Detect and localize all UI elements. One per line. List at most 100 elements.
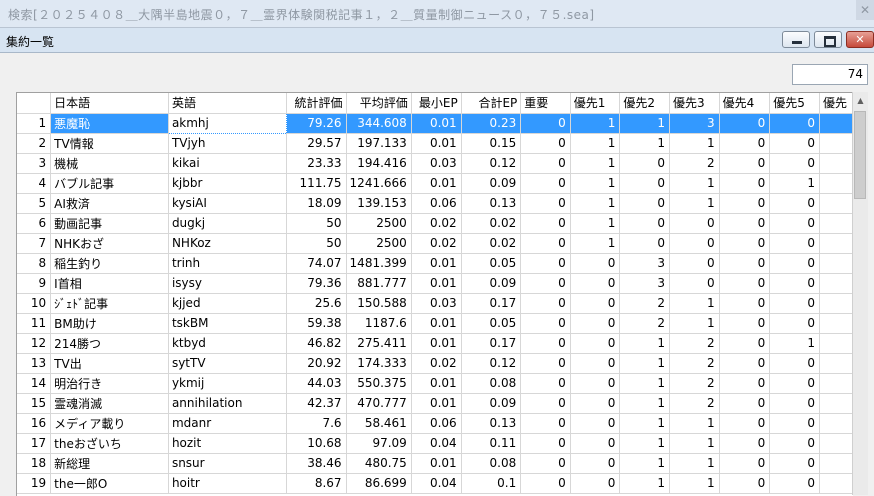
table-cell[interactable]: 1 xyxy=(570,213,621,234)
table-cell[interactable]: 0.06 xyxy=(411,193,462,214)
table-cell[interactable]: 0.03 xyxy=(411,293,462,314)
table-cell[interactable]: 0 xyxy=(520,453,571,474)
table-cell[interactable]: 1 xyxy=(669,293,720,314)
table-cell[interactable]: 0 xyxy=(570,413,621,434)
table-cell[interactable]: 0 xyxy=(520,173,571,194)
table-cell[interactable]: 0 xyxy=(769,193,820,214)
cell-japanese[interactable]: 動画記事 xyxy=(50,213,169,234)
cell-japanese[interactable]: TV出 xyxy=(50,353,169,374)
row-number[interactable]: 9 xyxy=(17,273,52,294)
column-header[interactable]: 重要 xyxy=(520,93,571,114)
column-header[interactable]: 優先1 xyxy=(570,93,621,114)
table-cell[interactable]: 29.57 xyxy=(286,133,347,154)
cell-english[interactable]: tskBM xyxy=(168,313,287,334)
table-cell[interactable]: 3 xyxy=(619,273,671,294)
table-row[interactable]: 3 機械 kikai 23.33 194.416 0.03 0.12 0 1 0 2 0 0 xyxy=(17,153,853,174)
column-header[interactable]: 合計EP xyxy=(461,93,522,114)
table-cell[interactable]: 0 xyxy=(520,113,571,134)
table-cell[interactable]: 0 xyxy=(520,253,571,274)
table-cell[interactable]: 0 xyxy=(619,173,671,194)
table-cell[interactable]: 1 xyxy=(619,113,671,134)
cell-japanese[interactable]: バブル記事 xyxy=(50,173,169,194)
table-cell[interactable] xyxy=(819,393,853,414)
table-cell[interactable]: 0 xyxy=(769,433,820,454)
table-cell[interactable]: 0 xyxy=(769,273,820,294)
table-row[interactable]: 16 メディア載り mdanr 7.6 58.461 0.06 0.13 0 0 1 1 0 0 xyxy=(17,413,853,434)
maximize-button[interactable] xyxy=(814,31,842,48)
cell-english[interactable]: annihilation xyxy=(168,393,287,414)
table-cell[interactable]: 1 xyxy=(669,173,720,194)
table-cell[interactable]: 0 xyxy=(520,273,571,294)
table-cell[interactable]: 0.09 xyxy=(461,393,522,414)
table-cell[interactable]: 1 xyxy=(619,433,671,454)
table-cell[interactable] xyxy=(819,473,853,494)
table-cell[interactable]: 0 xyxy=(719,253,771,274)
table-cell[interactable]: 50 xyxy=(286,233,347,254)
table-cell[interactable]: 1 xyxy=(570,133,621,154)
row-number[interactable]: 12 xyxy=(17,333,52,354)
table-cell[interactable]: 0 xyxy=(570,273,621,294)
column-header[interactable]: 英語 xyxy=(168,93,287,114)
cell-japanese[interactable]: 明治行き xyxy=(50,373,169,394)
cell-english[interactable]: kysiAI xyxy=(168,193,287,214)
table-cell[interactable]: 97.09 xyxy=(346,433,412,454)
table-cell[interactable]: 0 xyxy=(719,433,771,454)
table-cell[interactable]: 0 xyxy=(570,353,621,374)
cell-english[interactable]: kikai xyxy=(168,153,287,174)
table-cell[interactable]: 1 xyxy=(570,233,621,254)
table-cell[interactable]: 59.38 xyxy=(286,313,347,334)
cell-english[interactable]: dugkj xyxy=(168,213,287,234)
table-row[interactable]: 5 AI救済 kysiAI 18.09 139.153 0.06 0.13 0 1 0 1 0 0 xyxy=(17,193,853,214)
table-cell[interactable]: 0 xyxy=(520,413,571,434)
table-row[interactable]: 17 theおざいち hozit 10.68 97.09 0.04 0.11 0 0 1 1 0 0 xyxy=(17,433,853,454)
table-cell[interactable]: 0.13 xyxy=(461,413,522,434)
table-cell[interactable]: 0 xyxy=(570,333,621,354)
table-cell[interactable]: 0 xyxy=(719,273,771,294)
cell-english[interactable]: hozit xyxy=(168,433,287,454)
table-cell[interactable]: 3 xyxy=(669,113,720,134)
table-cell[interactable] xyxy=(819,293,853,314)
table-cell[interactable]: 0.04 xyxy=(411,433,462,454)
table-cell[interactable]: 0.11 xyxy=(461,433,522,454)
table-row[interactable]: 8 稲生釣り trinh 74.07 1481.399 0.01 0.05 0 0 3 0 0 0 xyxy=(17,253,853,274)
table-cell[interactable]: 0.01 xyxy=(411,333,462,354)
table-cell[interactable]: 197.133 xyxy=(346,133,412,154)
cell-english[interactable]: isysy xyxy=(168,273,287,294)
row-number[interactable]: 13 xyxy=(17,353,52,374)
table-cell[interactable]: 86.699 xyxy=(346,473,412,494)
table-cell[interactable]: 1 xyxy=(619,393,671,414)
table-cell[interactable]: 58.461 xyxy=(346,413,412,434)
cell-japanese[interactable]: I首相 xyxy=(50,273,169,294)
cell-english[interactable]: ykmij xyxy=(168,373,287,394)
cell-english[interactable]: hoitr xyxy=(168,473,287,494)
column-header[interactable]: 最小EP xyxy=(411,93,462,114)
table-cell[interactable]: 0.02 xyxy=(411,213,462,234)
table-cell[interactable]: 42.37 xyxy=(286,393,347,414)
table-cell[interactable] xyxy=(819,113,853,134)
table-cell[interactable]: 2 xyxy=(669,353,720,374)
cell-japanese[interactable]: AI救済 xyxy=(50,193,169,214)
cell-japanese[interactable]: theおざいち xyxy=(50,433,169,454)
table-cell[interactable]: 0 xyxy=(769,133,820,154)
table-row[interactable]: 15 霊魂消滅 annihilation 42.37 470.777 0.01 0.09 0 0… xyxy=(17,393,853,414)
table-cell[interactable]: 0 xyxy=(669,273,720,294)
table-cell[interactable]: 0 xyxy=(669,253,720,274)
table-cell[interactable]: 0 xyxy=(769,473,820,494)
cell-japanese[interactable]: 機械 xyxy=(50,153,169,174)
cell-japanese[interactable]: NHKおざ xyxy=(50,233,169,254)
cell-english[interactable]: snsur xyxy=(168,453,287,474)
table-cell[interactable]: 50 xyxy=(286,213,347,234)
table-cell[interactable]: 1 xyxy=(619,353,671,374)
row-number[interactable]: 15 xyxy=(17,393,52,414)
table-cell[interactable]: 1 xyxy=(669,413,720,434)
table-cell[interactable]: 2500 xyxy=(346,233,412,254)
table-cell[interactable]: 25.6 xyxy=(286,293,347,314)
table-cell[interactable]: 1 xyxy=(619,473,671,494)
table-cell[interactable] xyxy=(819,233,853,254)
table-cell[interactable]: 0 xyxy=(520,353,571,374)
cell-japanese[interactable]: BM助け xyxy=(50,313,169,334)
table-cell[interactable]: 0.02 xyxy=(461,233,522,254)
table-cell[interactable]: 0.05 xyxy=(461,313,522,334)
table-cell[interactable]: 38.46 xyxy=(286,453,347,474)
table-cell[interactable]: 0.01 xyxy=(411,313,462,334)
